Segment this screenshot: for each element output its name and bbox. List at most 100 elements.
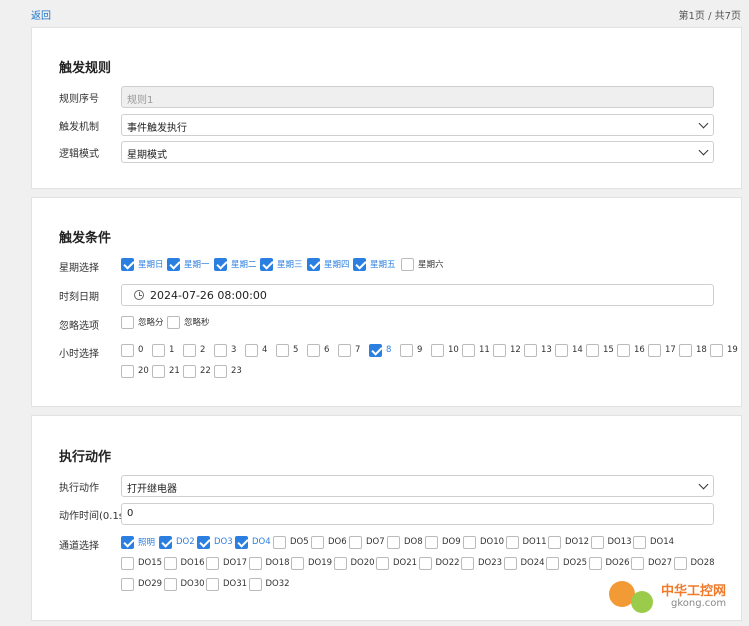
checkbox-box[interactable] [369,343,382,357]
checkbox-box[interactable] [291,556,304,570]
checkbox-box[interactable] [152,364,165,378]
channel-checkbox[interactable]: DO22 [418,556,460,570]
checkbox-box[interactable] [121,577,134,591]
checkbox-box[interactable] [121,556,134,570]
checkbox-box[interactable] [503,556,517,570]
channel-checkbox[interactable]: DO6 [311,535,347,549]
channel-checkbox[interactable]: DO26 [588,556,630,570]
channel-checkbox[interactable]: DO20 [333,556,375,570]
checkbox-box[interactable] [121,257,134,271]
hour-checkbox[interactable]: 5 [276,343,298,357]
checkbox-box[interactable] [349,535,362,549]
channel-checkbox[interactable]: DO12 [548,535,589,549]
checkbox-box[interactable] [260,257,273,271]
channel-checkbox[interactable]: DO7 [349,535,385,549]
channel-checkbox[interactable]: DO4 [235,535,271,549]
checkbox-box[interactable] [307,257,320,271]
ignore-checkbox[interactable]: 忽略分 [121,315,164,329]
checkbox-box[interactable] [631,556,644,570]
checkbox-box[interactable] [555,343,568,357]
hour-checkbox[interactable]: 9 [400,343,422,357]
checkbox-box[interactable] [245,343,258,357]
checkbox-box[interactable] [311,535,324,549]
checkbox-box[interactable] [167,315,180,329]
channel-checkbox[interactable]: DO5 [273,535,309,549]
weekday-checkbox[interactable]: 星期二 [214,257,257,271]
checkbox-box[interactable] [121,535,134,549]
checkbox-box[interactable] [248,556,262,570]
weekday-checkbox[interactable]: 星期日 [121,257,164,271]
checkbox-box[interactable] [673,556,687,570]
checkbox-box[interactable] [338,343,351,357]
checkbox-box[interactable] [167,257,180,271]
checkbox-box[interactable] [353,257,366,271]
checkbox-box[interactable] [163,577,177,591]
checkbox-box[interactable] [548,535,561,549]
checkbox-box[interactable] [121,364,134,378]
channel-checkbox[interactable]: DO31 [206,577,247,591]
checkbox-box[interactable] [214,364,227,378]
checkbox-box[interactable] [121,315,134,329]
channel-checkbox[interactable]: DO24 [503,556,545,570]
back-link[interactable]: 返回 [31,7,51,22]
checkbox-box[interactable] [431,343,444,357]
hour-checkbox[interactable]: 19 [710,343,738,357]
hour-checkbox[interactable]: 4 [245,343,267,357]
checkbox-box[interactable] [462,343,475,357]
checkbox-box[interactable] [206,577,219,591]
checkbox-box[interactable] [183,364,196,378]
weekday-checkbox[interactable]: 星期四 [307,257,350,271]
checkbox-box[interactable] [235,535,248,549]
checkbox-box[interactable] [333,556,347,570]
hour-checkbox[interactable]: 3 [214,343,236,357]
hour-checkbox[interactable]: 21 [152,364,180,378]
logic-select[interactable]: 星期模式 [121,141,714,163]
checkbox-box[interactable] [214,343,227,357]
time-input[interactable]: 0 [121,503,714,525]
hour-checkbox[interactable]: 10 [431,343,459,357]
channel-checkbox[interactable]: DO3 [197,535,233,549]
hour-checkbox[interactable]: 14 [555,343,583,357]
action-select[interactable]: 打开继电器 [121,475,714,497]
hour-checkbox[interactable]: 16 [617,343,645,357]
channel-checkbox[interactable]: DO9 [425,535,461,549]
channel-checkbox[interactable]: DO10 [463,535,504,549]
channel-checkbox[interactable]: DO17 [206,556,247,570]
mechanism-select[interactable]: 事件触发执行 [121,114,714,136]
checkbox-box[interactable] [493,343,506,357]
checkbox-box[interactable] [401,257,414,271]
weekday-checkbox[interactable]: 星期五 [353,257,396,271]
checkbox-box[interactable] [505,535,519,549]
checkbox-box[interactable] [679,343,692,357]
checkbox-box[interactable] [617,343,630,357]
hour-checkbox[interactable]: 17 [648,343,676,357]
hour-checkbox[interactable]: 18 [679,343,707,357]
channel-checkbox[interactable]: DO19 [291,556,332,570]
hour-checkbox[interactable]: 13 [524,343,552,357]
channel-checkbox[interactable]: DO32 [248,577,290,591]
checkbox-box[interactable] [588,556,602,570]
checkbox-box[interactable] [418,556,432,570]
checkbox-box[interactable] [121,343,134,357]
channel-checkbox[interactable]: 照明 [121,535,155,549]
checkbox-box[interactable] [152,343,165,357]
weekday-checkbox[interactable]: 星期一 [167,257,210,271]
channel-checkbox[interactable]: DO16 [163,556,205,570]
hour-checkbox[interactable]: 2 [183,343,205,357]
channel-checkbox[interactable]: DO14 [633,535,674,549]
checkbox-box[interactable] [159,535,172,549]
checkbox-box[interactable] [248,577,262,591]
hour-checkbox[interactable]: 7 [338,343,360,357]
checkbox-box[interactable] [400,343,413,357]
weekday-checkbox[interactable]: 星期三 [260,257,303,271]
checkbox-box[interactable] [273,535,286,549]
checkbox-box[interactable] [276,343,289,357]
checkbox-box[interactable] [387,535,400,549]
channel-checkbox[interactable]: DO21 [376,556,417,570]
channel-checkbox[interactable]: DO30 [163,577,205,591]
hour-checkbox[interactable]: 12 [493,343,521,357]
checkbox-box[interactable] [206,556,219,570]
channel-checkbox[interactable]: DO13 [590,535,632,549]
checkbox-box[interactable] [425,535,438,549]
checkbox-box[interactable] [463,535,476,549]
